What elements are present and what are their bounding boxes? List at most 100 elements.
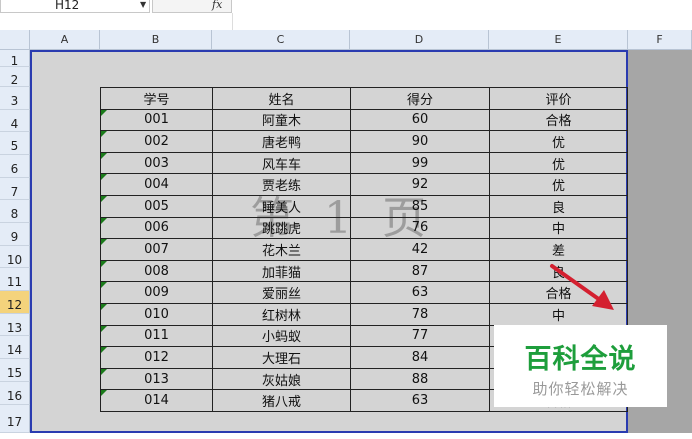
table-cell[interactable]: 012 xyxy=(100,346,213,369)
header-cell[interactable]: 姓名 xyxy=(212,87,351,110)
table-cell[interactable]: 花木兰 xyxy=(212,238,351,261)
dropdown-arrow-icon[interactable]: ▼ xyxy=(140,0,146,10)
table-cell[interactable]: 良 xyxy=(489,194,628,218)
row-header-2[interactable]: 2 xyxy=(0,67,30,87)
table-cell[interactable]: 76 xyxy=(350,216,490,240)
header-cell[interactable]: 学号 xyxy=(100,87,213,110)
table-cell[interactable]: 42 xyxy=(350,238,490,261)
name-box[interactable]: H12 xyxy=(0,0,150,13)
table-cell[interactable]: 99 xyxy=(350,151,490,175)
header-cell[interactable]: 得分 xyxy=(350,87,490,110)
row-header-16[interactable]: 16 xyxy=(0,382,30,405)
header-cell[interactable]: 评价 xyxy=(489,87,628,110)
table-cell[interactable]: 003 xyxy=(100,151,213,175)
row-header-3[interactable]: 3 xyxy=(0,87,30,110)
text-number-indicator-icon xyxy=(101,303,107,310)
select-all-corner[interactable] xyxy=(0,30,30,50)
column-header-c[interactable]: C xyxy=(212,30,350,50)
cell-value: 013 xyxy=(144,371,169,387)
text-number-indicator-icon xyxy=(101,390,107,397)
row-header-12[interactable]: 12 xyxy=(0,291,30,314)
text-number-indicator-icon xyxy=(101,195,107,202)
column-header-d[interactable]: D xyxy=(350,30,489,50)
cell-value: 优 xyxy=(551,157,565,173)
column-header-b[interactable]: B xyxy=(100,30,212,50)
column-header-e[interactable]: E xyxy=(489,30,628,50)
table-cell[interactable]: 002 xyxy=(100,130,213,153)
table-cell[interactable]: 85 xyxy=(350,194,490,218)
cell-value: 004 xyxy=(144,177,169,193)
function-icon[interactable]: fx xyxy=(212,0,222,11)
table-cell[interactable]: 大理石 xyxy=(212,346,351,369)
table-cell[interactable]: 90 xyxy=(350,130,490,153)
table-cell[interactable]: 63 xyxy=(350,281,490,304)
row-header-6[interactable]: 6 xyxy=(0,155,30,178)
cell-value: 003 xyxy=(144,155,169,171)
table-cell[interactable]: 差 xyxy=(489,238,628,261)
table-cell[interactable]: 87 xyxy=(350,259,490,283)
table-cell[interactable]: 优 xyxy=(489,173,628,196)
column-header-a[interactable]: A xyxy=(30,30,100,50)
table-row: 004 贾老练 92 优 xyxy=(100,173,628,196)
row-header-4[interactable]: 4 xyxy=(0,110,30,132)
column-header-f[interactable]: F xyxy=(628,30,692,50)
table-cell[interactable]: 007 xyxy=(100,238,213,261)
table-row: 006 跳跳虎 76 中 xyxy=(100,216,628,240)
table-cell[interactable]: 加菲猫 xyxy=(212,259,351,283)
table-cell[interactable]: 灰姑娘 xyxy=(212,367,351,391)
table-cell[interactable]: 爱丽丝 xyxy=(212,281,351,304)
table-cell[interactable]: 红树林 xyxy=(212,302,351,326)
table-cell[interactable]: 合格 xyxy=(489,108,628,132)
table-cell[interactable]: 优 xyxy=(489,151,628,175)
table-cell[interactable]: 84 xyxy=(350,346,490,369)
table-cell[interactable]: 78 xyxy=(350,302,490,326)
table-cell[interactable]: 唐老鸭 xyxy=(212,130,351,153)
row-header-8[interactable]: 8 xyxy=(0,200,30,223)
table-cell[interactable]: 014 xyxy=(100,389,213,412)
table-cell[interactable]: 小蚂蚁 xyxy=(212,324,351,348)
table-cell[interactable]: 88 xyxy=(350,367,490,391)
table-cell[interactable]: 跳跳虎 xyxy=(212,216,351,240)
table-cell[interactable]: 011 xyxy=(100,324,213,348)
formula-bar: H12 ▼ fx xyxy=(0,0,692,30)
table-cell[interactable]: 004 xyxy=(100,173,213,196)
table-cell[interactable]: 008 xyxy=(100,259,213,283)
table-cell[interactable]: 005 xyxy=(100,194,213,218)
row-header-11[interactable]: 11 xyxy=(0,268,30,291)
row-header-5[interactable]: 5 xyxy=(0,132,30,155)
table-cell[interactable]: 睡美人 xyxy=(212,194,351,218)
cell-value: 001 xyxy=(144,112,169,128)
row-header-9[interactable]: 9 xyxy=(0,223,30,246)
table-cell[interactable]: 猪八戒 xyxy=(212,389,351,412)
table-cell[interactable]: 贾老练 xyxy=(212,173,351,196)
table-cell[interactable]: 77 xyxy=(350,324,490,348)
table-cell[interactable]: 中 xyxy=(489,216,628,240)
table-cell[interactable]: 阿童木 xyxy=(212,108,351,132)
table-cell[interactable]: 风车车 xyxy=(212,151,351,175)
table-cell[interactable]: 006 xyxy=(100,216,213,240)
text-number-indicator-icon xyxy=(101,217,107,224)
cell-value: 011 xyxy=(144,328,169,344)
cell-value: 阿童木 xyxy=(261,114,301,130)
table-cell[interactable]: 013 xyxy=(100,367,213,391)
table-cell[interactable]: 优 xyxy=(489,130,628,153)
row-header-13[interactable]: 13 xyxy=(0,314,30,336)
row-header-10[interactable]: 10 xyxy=(0,246,30,268)
row-header-7[interactable]: 7 xyxy=(0,178,30,200)
table-cell[interactable]: 60 xyxy=(350,108,490,132)
row-header-14[interactable]: 14 xyxy=(0,336,30,359)
cell-value: 花木兰 xyxy=(261,243,301,259)
formula-input[interactable] xyxy=(0,13,233,30)
table-cell[interactable]: 92 xyxy=(350,173,490,196)
cell-value: 008 xyxy=(144,263,169,279)
table-cell[interactable]: 001 xyxy=(100,108,213,132)
cell-value: 007 xyxy=(144,241,169,257)
table-cell[interactable]: 63 xyxy=(350,389,490,412)
table-cell[interactable]: 009 xyxy=(100,281,213,304)
row-header-15[interactable]: 15 xyxy=(0,359,30,382)
row-header-1[interactable]: 1 xyxy=(0,50,30,68)
cell-value: 差 xyxy=(551,243,565,259)
table-cell[interactable]: 010 xyxy=(100,302,213,326)
cell-value: 88 xyxy=(411,371,429,387)
row-header-17[interactable]: 17 xyxy=(0,405,30,433)
